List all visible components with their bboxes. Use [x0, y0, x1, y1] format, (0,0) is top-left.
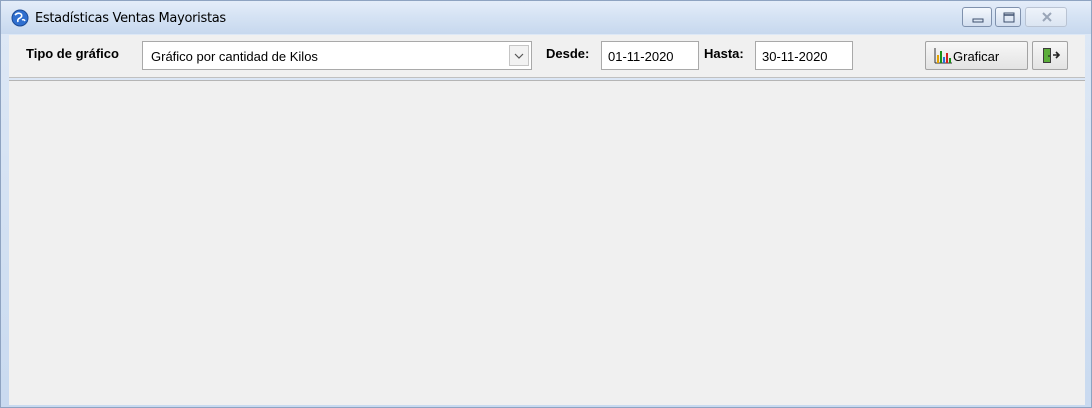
from-label: Desde: [546, 46, 590, 61]
from-date-field[interactable]: 01-11-2020 [601, 41, 699, 70]
title-bar[interactable]: Estadísticas Ventas Mayoristas [1, 1, 1091, 34]
chart-type-dropdown-button[interactable] [509, 45, 529, 66]
to-date-field[interactable]: 30-11-2020 [755, 41, 853, 70]
chart-type-select[interactable]: Gráfico por cantidad de Kilos [142, 41, 532, 70]
main-window: Estadísticas Ventas Mayoristas Tipo de g… [0, 0, 1092, 408]
exit-door-icon [1043, 48, 1061, 63]
from-date-value: 01-11-2020 [608, 49, 674, 64]
plot-button[interactable]: Graficar [925, 41, 1028, 70]
window-title: Estadísticas Ventas Mayoristas [35, 11, 226, 26]
to-label: Hasta: [704, 46, 744, 61]
plot-button-label: Graficar [953, 49, 1000, 64]
close-icon [1042, 12, 1052, 22]
exit-button[interactable] [1032, 41, 1068, 70]
bar-chart-icon [934, 48, 952, 64]
globe-icon [11, 9, 29, 27]
chart-type-value: Gráfico por cantidad de Kilos [151, 49, 318, 64]
close-button[interactable] [1025, 7, 1067, 27]
maximize-icon [1003, 12, 1015, 23]
minimize-button[interactable] [962, 7, 992, 27]
to-date-value: 30-11-2020 [762, 49, 828, 64]
chart-area [9, 80, 1085, 405]
minimize-icon [972, 18, 984, 23]
chevron-down-icon [514, 53, 524, 59]
chart-type-label: Tipo de gráfico [26, 46, 119, 61]
maximize-button[interactable] [995, 7, 1021, 27]
filter-toolbar: Tipo de gráfico Gráfico por cantidad de … [9, 35, 1085, 78]
